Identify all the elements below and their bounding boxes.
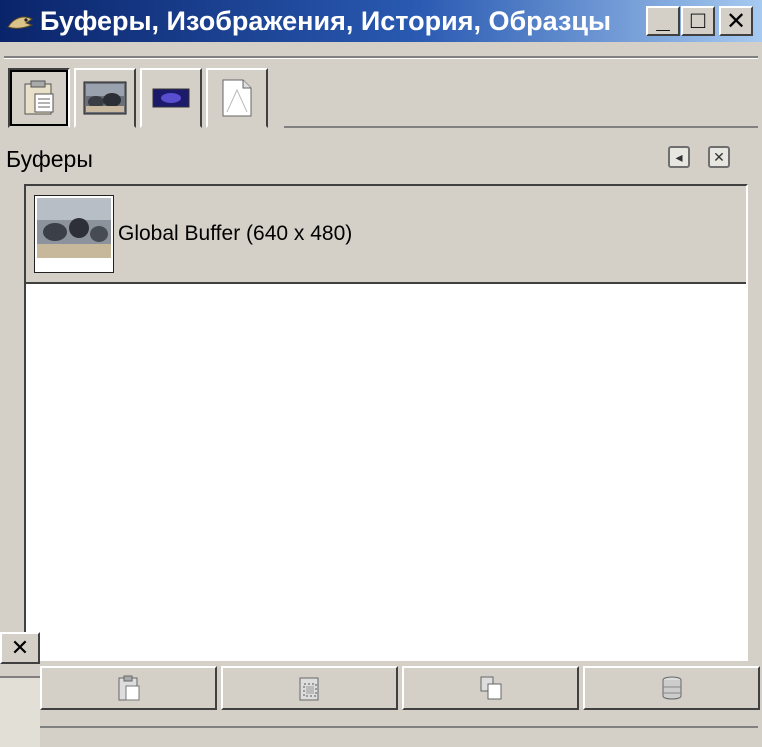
buffer-actions-bar bbox=[40, 666, 760, 710]
buffer-thumbnail bbox=[34, 195, 114, 273]
tab-undo-history[interactable] bbox=[140, 68, 202, 128]
delete-button[interactable] bbox=[583, 666, 760, 710]
buffers-list[interactable]: Global Buffer (640 x 480) bbox=[24, 184, 748, 661]
tab-images[interactable] bbox=[74, 68, 136, 128]
close-button[interactable]: ✕ bbox=[719, 6, 753, 36]
list-item[interactable]: Global Buffer (640 x 480) bbox=[26, 186, 746, 284]
other-window-panel bbox=[0, 676, 40, 747]
paste-icon bbox=[118, 675, 139, 701]
tab-menu-button[interactable]: ◂ bbox=[668, 146, 690, 168]
templates-icon bbox=[222, 79, 252, 117]
tab-buffers[interactable] bbox=[8, 68, 70, 128]
images-icon bbox=[83, 81, 127, 115]
delete-icon bbox=[662, 676, 681, 700]
dock-tabs bbox=[8, 68, 272, 128]
buffer-name: Global Buffer (640 x 480) bbox=[118, 222, 353, 245]
paste-into-icon bbox=[299, 677, 318, 701]
paste-into-button[interactable] bbox=[221, 666, 398, 710]
tab-templates[interactable] bbox=[206, 68, 268, 128]
tab-menu-icon: ◂ bbox=[675, 148, 683, 165]
undo-history-icon bbox=[152, 88, 190, 108]
close-tab-icon: ✕ bbox=[713, 148, 725, 165]
buffers-icon bbox=[24, 80, 54, 115]
maximize-button[interactable]: □ bbox=[681, 6, 715, 36]
close-tab-button[interactable]: ✕ bbox=[708, 146, 730, 168]
divider bbox=[40, 726, 758, 728]
paste-as-new-button[interactable] bbox=[402, 666, 579, 710]
minimize-button[interactable]: _ bbox=[646, 6, 680, 36]
dockable-title: Буферы bbox=[6, 146, 93, 172]
gimp-wilber-icon bbox=[0, 0, 40, 42]
window-title: Буферы, Изображения, История, Образцы bbox=[40, 5, 612, 36]
divider bbox=[284, 126, 758, 128]
other-window-close-button[interactable]: ✕ bbox=[0, 632, 40, 664]
divider bbox=[4, 56, 758, 59]
paste-button[interactable] bbox=[40, 666, 217, 710]
paste-as-new-icon bbox=[480, 676, 501, 700]
